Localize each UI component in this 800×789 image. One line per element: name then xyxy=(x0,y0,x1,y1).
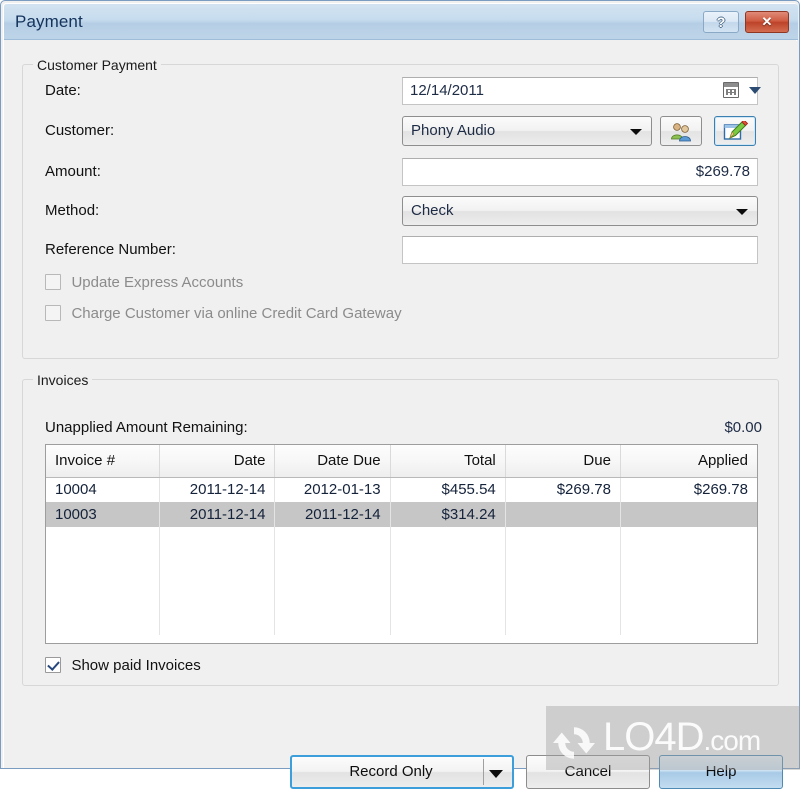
column-header-date[interactable]: Date xyxy=(159,445,276,478)
method-combobox[interactable]: Check xyxy=(402,196,758,226)
customer-payment-group: Customer Payment Date: 12/14/2011 Custom… xyxy=(22,57,779,359)
column-header-applied[interactable]: Applied xyxy=(620,445,757,478)
date-label: Date: xyxy=(45,82,81,99)
method-combobox-value: Check xyxy=(411,202,454,219)
cell-due xyxy=(505,502,621,527)
table-row[interactable]: 10004 2011-12-14 2012-01-13 $455.54 $269… xyxy=(46,477,757,502)
unapplied-amount-value: $0.00 xyxy=(724,419,762,436)
charge-credit-card-gateway-label: Charge Customer via online Credit Card G… xyxy=(71,305,402,322)
charge-credit-card-gateway-checkbox-row[interactable]: Charge Customer via online Credit Card G… xyxy=(45,305,402,323)
table-row[interactable]: 10003 2011-12-14 2011-12-14 $314.24 xyxy=(46,502,757,527)
method-label: Method: xyxy=(45,202,100,219)
cell-invoice-number: 10004 xyxy=(46,477,161,502)
edit-customer-button[interactable] xyxy=(714,116,756,146)
chevron-down-icon[interactable] xyxy=(489,770,503,778)
invoices-grid[interactable]: Invoice # Date Date Due Total Due Applie… xyxy=(45,444,758,644)
customer-combobox[interactable]: Phony Audio xyxy=(402,116,652,146)
cell-applied xyxy=(620,502,757,527)
customer-payment-group-title: Customer Payment xyxy=(33,57,161,73)
amount-label: Amount: xyxy=(45,163,101,180)
table-header-row: Invoice # Date Date Due Total Due Applie… xyxy=(46,445,757,478)
column-header-invoice-number[interactable]: Invoice # xyxy=(46,445,161,478)
amount-input[interactable]: $269.78 xyxy=(402,158,758,186)
chevron-down-icon xyxy=(736,209,748,215)
split-button-separator xyxy=(483,759,484,785)
unapplied-amount-label: Unapplied Amount Remaining: xyxy=(45,419,248,436)
record-only-button[interactable]: Record Only xyxy=(290,755,514,789)
payment-dialog-window: Payment ? ✕ Customer Payment Date: 12/14… xyxy=(0,0,800,789)
cell-invoice-number: 10003 xyxy=(46,502,161,527)
cell-date-due: 2012-01-13 xyxy=(274,477,391,502)
window-title: Payment xyxy=(15,12,83,31)
chevron-down-icon[interactable] xyxy=(749,87,761,94)
table-empty-area xyxy=(46,527,757,635)
watermark-text: LO4D.com xyxy=(603,715,762,760)
record-only-label: Record Only xyxy=(349,763,433,780)
chevron-down-icon xyxy=(630,129,642,135)
column-header-total[interactable]: Total xyxy=(390,445,506,478)
cell-total: $455.54 xyxy=(390,477,506,502)
titlebar[interactable]: Payment ? ✕ xyxy=(4,4,798,40)
watermark-domain: .com xyxy=(703,725,762,756)
invoices-group-title: Invoices xyxy=(33,372,93,388)
help-title-button[interactable]: ? xyxy=(703,11,739,33)
show-paid-invoices-checkbox-row[interactable]: Show paid Invoices xyxy=(45,657,201,675)
watermark-overlay: LO4D.com xyxy=(546,706,800,770)
charge-credit-card-gateway-checkbox[interactable] xyxy=(45,305,61,321)
column-header-date-due[interactable]: Date Due xyxy=(274,445,391,478)
calendar-icon[interactable] xyxy=(723,82,739,98)
cell-date: 2011-12-14 xyxy=(159,477,276,502)
date-input[interactable]: 12/14/2011 xyxy=(402,77,758,105)
show-paid-invoices-label: Show paid Invoices xyxy=(71,657,201,674)
edit-pencil-icon xyxy=(723,121,749,140)
dialog-body: Customer Payment Date: 12/14/2011 Custom… xyxy=(4,41,798,789)
update-express-accounts-checkbox-row[interactable]: Update Express Accounts xyxy=(45,274,243,292)
invoices-table: Invoice # Date Date Due Total Due Applie… xyxy=(46,445,757,635)
reference-number-input[interactable] xyxy=(402,236,758,264)
cell-date-due: 2011-12-14 xyxy=(274,502,391,527)
reference-number-label: Reference Number: xyxy=(45,241,176,258)
refresh-circle-icon xyxy=(553,727,595,759)
cell-date: 2011-12-14 xyxy=(159,502,276,527)
contacts-icon xyxy=(671,123,691,142)
customer-combobox-value: Phony Audio xyxy=(411,122,496,139)
close-icon[interactable]: ✕ xyxy=(745,11,789,33)
update-express-accounts-label: Update Express Accounts xyxy=(71,274,244,291)
date-picker-controls[interactable] xyxy=(723,82,761,100)
show-paid-invoices-checkbox[interactable] xyxy=(45,657,61,673)
select-customer-button[interactable] xyxy=(660,116,702,146)
update-express-accounts-checkbox[interactable] xyxy=(45,274,61,290)
invoices-group: Invoices Unapplied Amount Remaining: $0.… xyxy=(22,372,779,686)
watermark-brand: LO4D xyxy=(603,715,704,759)
cell-total: $314.24 xyxy=(390,502,506,527)
cell-applied: $269.78 xyxy=(693,481,748,499)
column-header-due[interactable]: Due xyxy=(505,445,621,478)
cell-due: $269.78 xyxy=(505,477,621,502)
customer-label: Customer: xyxy=(45,122,115,139)
